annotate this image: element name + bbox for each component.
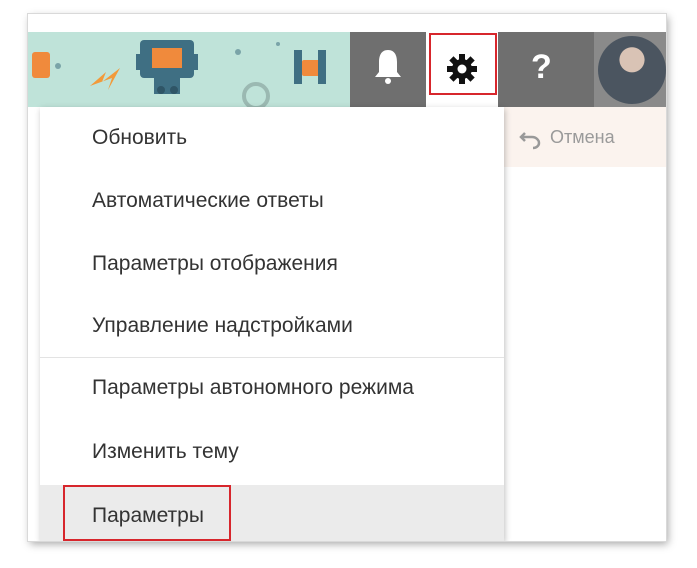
header-banner: [28, 32, 350, 107]
menu-item-manage-addins[interactable]: Управление надстройками: [40, 295, 504, 357]
robot-pattern-icon: [32, 40, 326, 107]
menu-item-display-settings[interactable]: Параметры отображения: [40, 233, 504, 295]
menu-item-refresh[interactable]: Обновить: [40, 107, 504, 169]
account-button[interactable]: [594, 32, 666, 107]
settings-dropdown-menu: Обновить Автоматические ответы Параметры…: [40, 107, 504, 541]
bell-icon: [375, 50, 401, 84]
settings-highlight: [429, 33, 497, 95]
help-button[interactable]: ?: [498, 32, 594, 107]
toolbar: Отмена: [498, 107, 666, 167]
menu-item-change-theme[interactable]: Изменить тему: [40, 421, 504, 483]
screenshot-frame: ? Отмена Обновить Автоматические ответы …: [28, 14, 666, 541]
options-highlight: [63, 485, 231, 541]
cancel-button[interactable]: Отмена: [550, 127, 615, 148]
help-icon: ?: [531, 48, 552, 86]
undo-icon: [519, 132, 541, 150]
notifications-button[interactable]: [350, 32, 426, 107]
menu-item-offline-settings[interactable]: Параметры автономного режима: [40, 357, 504, 419]
avatar: [598, 36, 666, 104]
menu-item-auto-replies[interactable]: Автоматические ответы: [40, 170, 504, 232]
